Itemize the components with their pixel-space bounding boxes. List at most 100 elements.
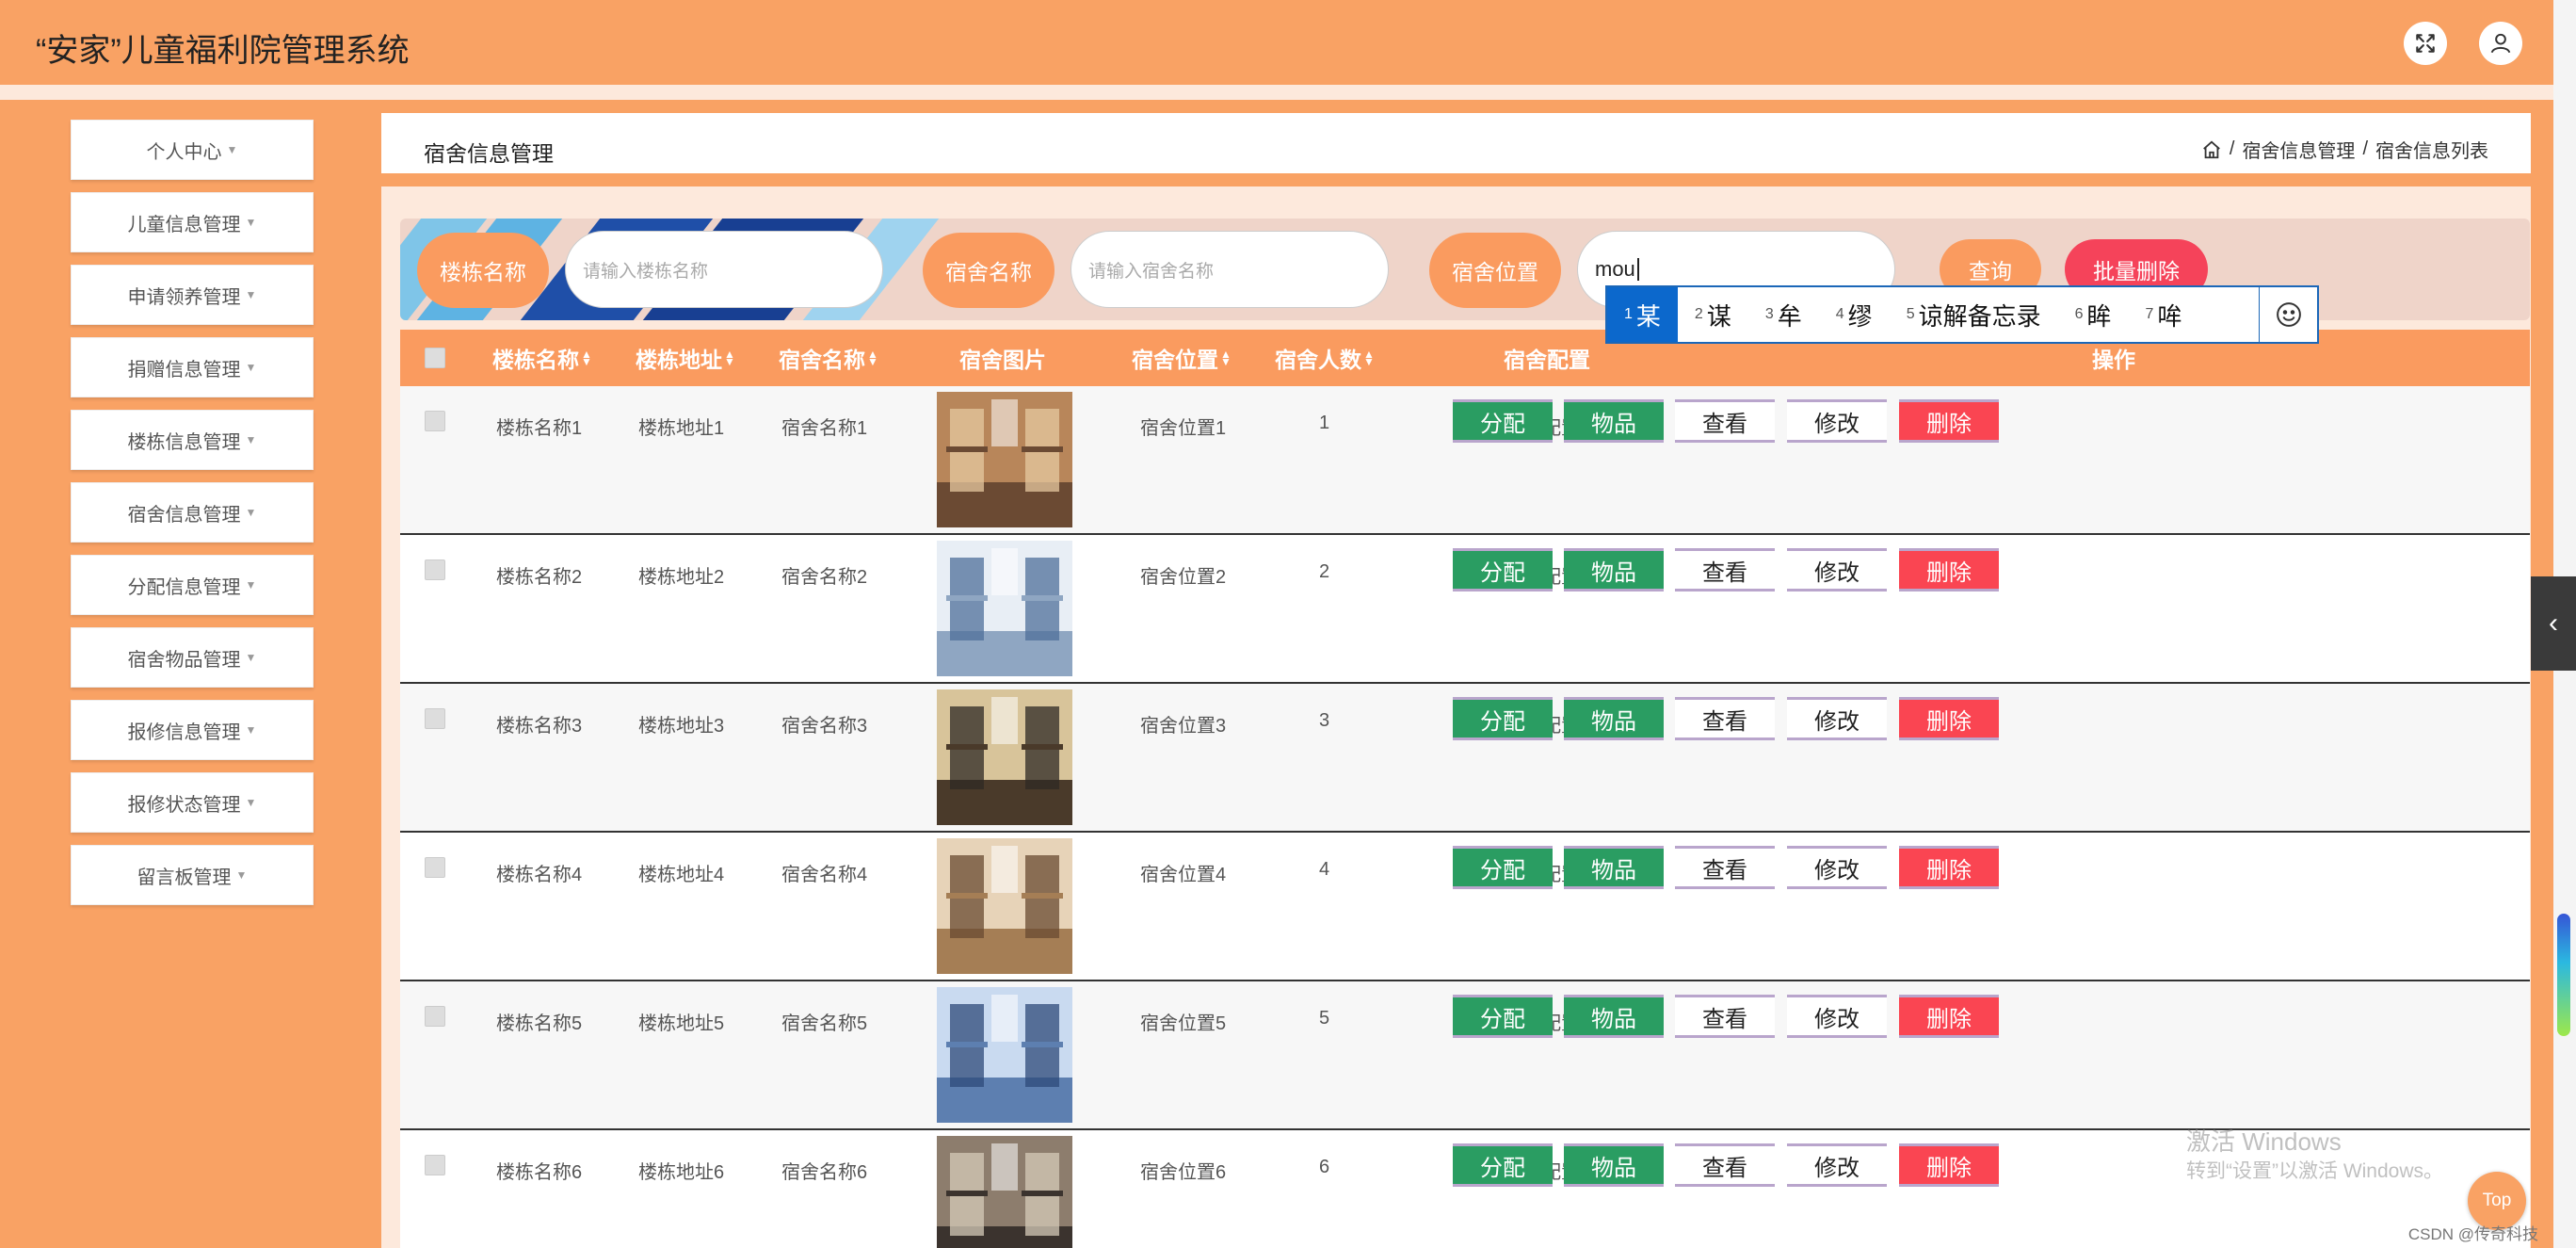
column-building-address[interactable]: 楼栋地址 ▲ ▼	[636, 330, 735, 386]
ime-candidate[interactable]: 7哞	[2129, 287, 2199, 342]
assign-button[interactable]: 分配	[1453, 697, 1553, 740]
sidebar-item-building[interactable]: 楼栋信息管理 ▼	[71, 410, 314, 470]
sidebar-item-adoption[interactable]: 申请领养管理 ▼	[71, 265, 314, 325]
view-button[interactable]: 查看	[1675, 1143, 1775, 1187]
column-dorm-count[interactable]: 宿舍人数 ▲ ▼	[1275, 330, 1375, 386]
cell-count: 2	[1319, 561, 1330, 582]
ime-candidate[interactable]: 1某	[1607, 287, 1678, 342]
user-button[interactable]	[2479, 22, 2522, 65]
breadcrumb-dorm-management[interactable]: 宿舍信息管理	[2242, 136, 2355, 163]
sidebar-item-repair[interactable]: 报修信息管理 ▼	[71, 700, 314, 760]
row-checkbox[interactable]	[425, 708, 445, 729]
view-button[interactable]: 查看	[1675, 697, 1775, 740]
sidebar-item-dorm[interactable]: 宿舍信息管理 ▼	[71, 482, 314, 543]
dorm-image[interactable]	[937, 987, 1072, 1123]
dorm-image[interactable]	[937, 838, 1072, 974]
delete-button[interactable]: 删除	[1899, 995, 1999, 1038]
items-button[interactable]: 物品	[1564, 846, 1664, 889]
edit-button[interactable]: 修改	[1787, 697, 1887, 740]
edit-button[interactable]: 修改	[1787, 1143, 1887, 1187]
credit-text: CSDN @传奇科技	[2407, 1225, 2538, 1243]
view-button[interactable]: 查看	[1675, 995, 1775, 1038]
cell-location: 宿舍位置2	[1140, 567, 1227, 588]
edit-button[interactable]: 修改	[1787, 548, 1887, 592]
caret-down-icon: ▼	[235, 868, 248, 882]
cell-building: 楼栋名称5	[496, 1013, 583, 1034]
home-icon[interactable]	[2201, 139, 2222, 160]
top-bar: “安家”儿童福利院管理系统	[0, 0, 2553, 85]
cell-count: 5	[1319, 1008, 1330, 1029]
page-title: 宿舍信息管理	[424, 141, 554, 166]
app-title: “安家”儿童福利院管理系统	[36, 33, 410, 69]
chevron-left-icon: ‹	[2549, 608, 2558, 639]
sort-icon: ▲ ▼	[1363, 348, 1375, 368]
items-button[interactable]: 物品	[1564, 697, 1664, 740]
items-button[interactable]: 物品	[1564, 1143, 1664, 1187]
collapse-panel-button[interactable]: ‹	[2531, 576, 2576, 671]
column-building-name[interactable]: 楼栋名称 ▲ ▼	[492, 330, 592, 386]
sidebar-item-personal-center[interactable]: 个人中心 ▼	[71, 120, 314, 180]
edit-button[interactable]: 修改	[1787, 995, 1887, 1038]
cell-location: 宿舍位置1	[1140, 418, 1227, 439]
table-row: 楼栋名称2楼栋地址2宿舍名称2宿舍位置22宿舍配置2分配物品查看修改删除	[400, 535, 2530, 684]
row-checkbox[interactable]	[425, 857, 445, 878]
row-checkbox[interactable]	[425, 559, 445, 580]
items-button[interactable]: 物品	[1564, 399, 1664, 443]
sidebar-item-repair-status[interactable]: 报修状态管理 ▼	[71, 772, 314, 833]
select-all-checkbox[interactable]	[425, 348, 445, 368]
delete-button[interactable]: 删除	[1899, 846, 1999, 889]
sidebar-item-donation[interactable]: 捐赠信息管理 ▼	[71, 337, 314, 397]
text-cursor	[1636, 258, 1639, 281]
caret-down-icon: ▼	[245, 506, 257, 519]
dorm-name-input[interactable]: 请输入宿舍名称	[1071, 231, 1389, 308]
cell-address: 楼栋地址2	[638, 567, 725, 588]
sidebar: 个人中心 ▼ 儿童信息管理 ▼ 申请领养管理 ▼ 捐赠信息管理 ▼ 楼栋信息管理 ▼ 宿舍…	[0, 100, 381, 1248]
edit-button[interactable]: 修改	[1787, 846, 1887, 889]
assign-button[interactable]: 分配	[1453, 995, 1553, 1038]
ime-candidate-window: 1 某 2 谋 3 牟 4 缪 5 谅解备忘录 6 眸 7 哞	[1605, 285, 2319, 344]
sidebar-item-children[interactable]: 儿童信息管理 ▼	[71, 192, 314, 252]
dorm-image[interactable]	[937, 689, 1072, 825]
delete-button[interactable]: 删除	[1899, 697, 1999, 740]
assign-button[interactable]: 分配	[1453, 1143, 1553, 1187]
delete-button[interactable]: 删除	[1899, 1143, 1999, 1187]
assign-button[interactable]: 分配	[1453, 548, 1553, 592]
items-button[interactable]: 物品	[1564, 995, 1664, 1038]
caret-down-icon: ▼	[226, 143, 238, 156]
view-button[interactable]: 查看	[1675, 399, 1775, 443]
column-dorm-name[interactable]: 宿舍名称 ▲ ▼	[779, 330, 878, 386]
cell-location: 宿舍位置3	[1140, 716, 1227, 737]
fullscreen-button[interactable]	[2404, 22, 2447, 65]
cell-dorm: 宿舍名称5	[781, 1013, 868, 1034]
sort-icon: ▲ ▼	[1220, 348, 1232, 368]
delete-button[interactable]: 删除	[1899, 399, 1999, 443]
delete-button[interactable]: 删除	[1899, 548, 1999, 592]
dorm-image[interactable]	[937, 541, 1072, 676]
view-button[interactable]: 查看	[1675, 548, 1775, 592]
column-dorm-location[interactable]: 宿舍位置 ▲ ▼	[1132, 330, 1232, 386]
page-scrollbar-thumb[interactable]	[2557, 914, 2570, 1036]
ime-candidate[interactable]: 6眸	[2058, 287, 2129, 342]
sidebar-item-allocation[interactable]: 分配信息管理 ▼	[71, 555, 314, 615]
ime-candidate[interactable]: 5 谅解备忘录	[1890, 287, 2058, 342]
breadcrumb: / 宿舍信息管理 / 宿舍信息列表	[2201, 136, 2488, 163]
edit-button[interactable]: 修改	[1787, 399, 1887, 443]
dorm-image[interactable]	[937, 1136, 1072, 1248]
view-button[interactable]: 查看	[1675, 846, 1775, 889]
building-name-input[interactable]: 请输入楼栋名称	[565, 231, 883, 308]
ime-candidate[interactable]: 4缪	[1819, 287, 1890, 342]
ime-candidate[interactable]: 2谋	[1678, 287, 1748, 342]
row-checkbox[interactable]	[425, 1006, 445, 1027]
assign-button[interactable]: 分配	[1453, 846, 1553, 889]
sidebar-item-message-board[interactable]: 留言板管理 ▼	[71, 845, 314, 905]
items-button[interactable]: 物品	[1564, 548, 1664, 592]
cell-dorm: 宿舍名称6	[781, 1162, 868, 1183]
row-checkbox[interactable]	[425, 411, 445, 431]
sidebar-item-dorm-items[interactable]: 宿舍物品管理 ▼	[71, 627, 314, 688]
dorm-image[interactable]	[937, 392, 1072, 527]
row-checkbox[interactable]	[425, 1155, 445, 1175]
ime-emoji-button[interactable]	[2259, 287, 2317, 342]
assign-button[interactable]: 分配	[1453, 399, 1553, 443]
table-row: 楼栋名称3楼栋地址3宿舍名称3宿舍位置33宿舍配置3分配物品查看修改删除	[400, 684, 2530, 833]
ime-candidate[interactable]: 3牟	[1748, 287, 1819, 342]
